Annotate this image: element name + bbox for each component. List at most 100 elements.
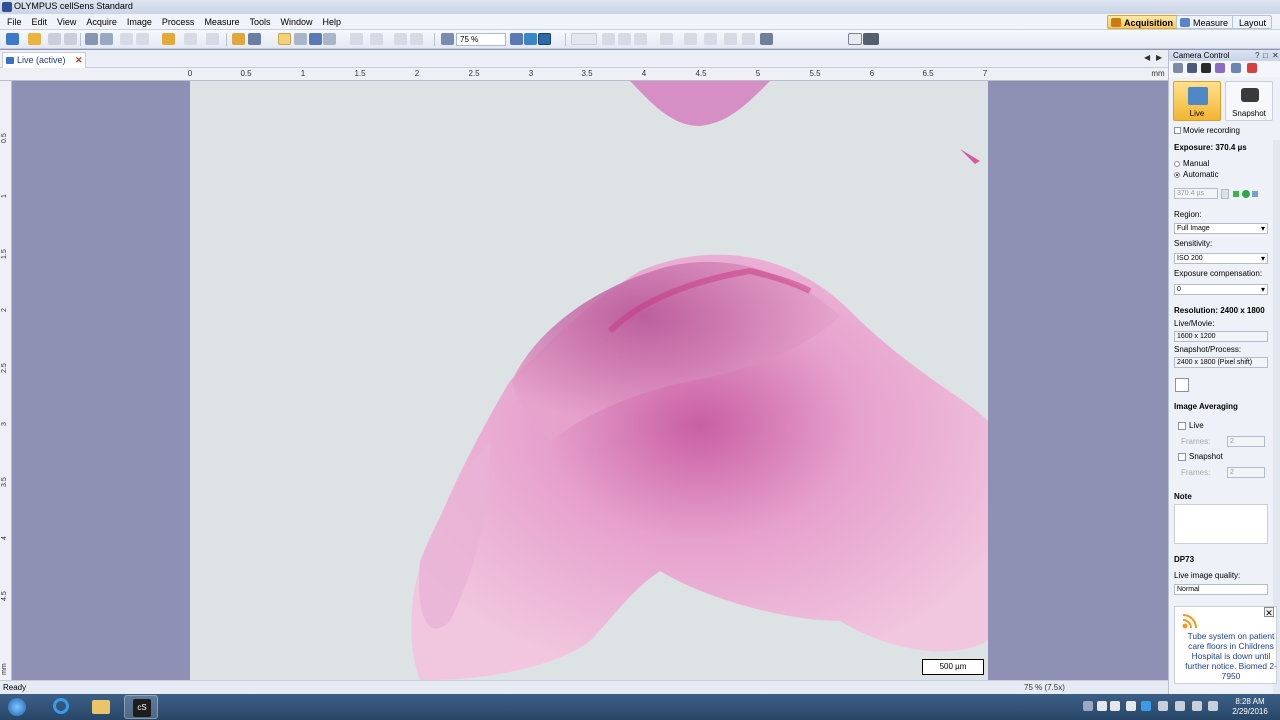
panel-pin-icon[interactable]: □: [1263, 51, 1268, 60]
region-tool-icon[interactable]: [571, 33, 597, 45]
snapshot-process-field[interactable]: 2400 x 1800 (Pixel shift): [1174, 357, 1268, 368]
layout-acquisition-button[interactable]: Acquisition: [1107, 15, 1179, 29]
zoom-in-icon[interactable]: [510, 33, 523, 45]
tray-flag-icon[interactable]: [1158, 701, 1168, 711]
taskbar-ie-button[interactable]: [44, 695, 78, 719]
snapshot-button[interactable]: Snapshot: [1225, 81, 1273, 121]
pan-hand-icon[interactable]: [278, 33, 291, 45]
align-center-icon[interactable]: [618, 33, 631, 45]
tray-show-hidden-icon[interactable]: [1083, 701, 1093, 711]
save-all-icon[interactable]: [64, 33, 77, 45]
menu-help[interactable]: Help: [317, 16, 346, 28]
crop-icon[interactable]: [1175, 378, 1189, 392]
copy-icon[interactable]: [136, 33, 149, 45]
tray-stop-icon[interactable]: [1110, 701, 1120, 711]
adjust-icon[interactable]: [1173, 63, 1183, 73]
sensitivity-select[interactable]: ISO 200: [1174, 253, 1268, 264]
color-icon[interactable]: [1215, 63, 1225, 73]
exposure-compensation-select[interactable]: 0: [1174, 284, 1268, 295]
exposure-value-field[interactable]: 370.4 µs: [1174, 188, 1218, 199]
tab-close-icon[interactable]: ✕: [75, 53, 83, 67]
region-select[interactable]: Full Image: [1174, 223, 1268, 234]
order-icon[interactable]: [724, 33, 737, 45]
zoom-out-icon[interactable]: [441, 33, 454, 45]
print-preview-icon[interactable]: [100, 33, 113, 45]
cut-icon[interactable]: [120, 33, 133, 45]
tray-volume-icon[interactable]: [1208, 701, 1218, 711]
display-icon[interactable]: [1231, 63, 1241, 73]
panel-close-icon[interactable]: ✕: [1272, 51, 1279, 60]
exposure-stepper[interactable]: [1221, 189, 1229, 199]
avg-snapshot-checkbox[interactable]: [1178, 453, 1186, 461]
scroll-tabs-right-icon[interactable]: ▶: [1156, 53, 1162, 62]
panel-help-icon[interactable]: ?: [1255, 51, 1259, 60]
magnifier-icon[interactable]: [309, 33, 322, 45]
ungroup-icon[interactable]: [704, 33, 717, 45]
check-icon[interactable]: [394, 33, 407, 45]
group-icon[interactable]: [684, 33, 697, 45]
menu-process[interactable]: Process: [157, 16, 200, 28]
avg-live-checkbox[interactable]: [1178, 422, 1186, 430]
menu-measure[interactable]: Measure: [199, 16, 244, 28]
exposure-play-icon[interactable]: [1233, 191, 1239, 197]
exposure-back-icon[interactable]: [1252, 191, 1258, 197]
menu-window[interactable]: Window: [275, 16, 317, 28]
avg-snapshot-frames-field[interactable]: 2: [1227, 467, 1265, 478]
open-folder-icon[interactable]: [28, 33, 41, 45]
menu-acquire[interactable]: Acquire: [81, 16, 122, 28]
avg-live-frames-field[interactable]: 2: [1227, 436, 1265, 447]
distribute-icon[interactable]: [660, 33, 673, 45]
camera-mode-icon[interactable]: [1201, 63, 1211, 73]
fit-image-icon[interactable]: [538, 33, 551, 45]
menu-image[interactable]: Image: [122, 16, 157, 28]
menu-edit[interactable]: Edit: [27, 16, 53, 28]
crosshair-icon[interactable]: [370, 33, 383, 45]
layout-layout-button[interactable]: Layout: [1232, 15, 1273, 29]
zoom-select[interactable]: 75 %: [456, 33, 506, 46]
scroll-tabs-left-icon[interactable]: ◀: [1144, 53, 1150, 62]
menu-view[interactable]: View: [52, 16, 81, 28]
movie-recording-checkbox[interactable]: [1174, 127, 1181, 134]
tab-live-active[interactable]: Live (active) ✕: [2, 52, 86, 68]
tray-monitor-icon[interactable]: [1192, 701, 1202, 711]
live-microscope-image[interactable]: 500 µm: [190, 81, 988, 680]
new-document-icon[interactable]: [6, 33, 19, 45]
image-viewport[interactable]: 500 µm: [12, 81, 1168, 680]
layer-icon[interactable]: [742, 33, 755, 45]
menu-tools[interactable]: Tools: [244, 16, 275, 28]
menu-file[interactable]: File: [2, 16, 27, 28]
grid-view-icon[interactable]: [863, 33, 879, 45]
zoom-tool-icon[interactable]: [294, 33, 307, 45]
print-icon[interactable]: [85, 33, 98, 45]
cancel-icon[interactable]: [410, 33, 423, 45]
start-button[interactable]: [2, 695, 32, 719]
note-textarea[interactable]: [1174, 504, 1268, 544]
live-quality-select[interactable]: Normal: [1174, 584, 1268, 595]
taskbar-cellsens-button[interactable]: cS: [124, 695, 158, 719]
tray-pause-icon[interactable]: [1097, 701, 1107, 711]
undo-icon[interactable]: [184, 33, 197, 45]
align-left-icon[interactable]: [602, 33, 615, 45]
live-button[interactable]: Live: [1173, 81, 1221, 121]
help-pointer-icon[interactable]: [248, 33, 261, 45]
exposure-manual-radio[interactable]: [1174, 161, 1180, 167]
image-properties-icon[interactable]: [232, 33, 245, 45]
layout-measure-button[interactable]: Measure: [1176, 15, 1235, 29]
camera-settings-icon[interactable]: [760, 33, 773, 45]
align-right-icon[interactable]: [634, 33, 647, 45]
exposure-automatic-radio[interactable]: [1174, 172, 1180, 178]
tray-media-icon[interactable]: [1126, 701, 1136, 711]
save-icon[interactable]: [48, 33, 61, 45]
single-view-icon[interactable]: [848, 33, 862, 45]
select-arrow-icon[interactable]: [323, 33, 336, 45]
paste-icon[interactable]: [162, 33, 175, 45]
tools-icon[interactable]: [1187, 63, 1197, 73]
fit-window-icon[interactable]: [524, 33, 537, 45]
taskbar-explorer-button[interactable]: [84, 695, 118, 719]
tray-network-icon[interactable]: [1141, 701, 1151, 711]
notification-close-icon[interactable]: ✕: [1264, 607, 1274, 618]
live-movie-field[interactable]: 1600 x 1200: [1174, 331, 1268, 342]
taskbar-clock[interactable]: 8:28 AM 2/29/2016: [1224, 697, 1276, 717]
histogram-icon[interactable]: [1247, 63, 1257, 73]
arrow-tool-icon[interactable]: [350, 33, 363, 45]
